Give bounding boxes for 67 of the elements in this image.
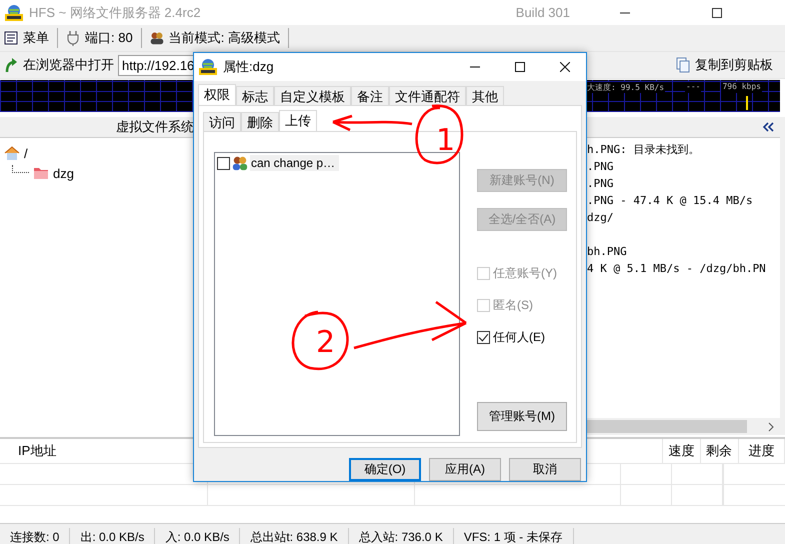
scrollbar-thumb[interactable] bbox=[587, 420, 747, 433]
copy-to-clipboard-button[interactable]: 复制到剪贴板 bbox=[672, 53, 777, 77]
column-header[interactable]: 剩余 bbox=[706, 442, 732, 460]
annotation-number: 2 bbox=[316, 325, 336, 360]
column-header[interactable]: 速度 bbox=[668, 442, 695, 460]
checkbox[interactable] bbox=[217, 156, 230, 170]
log-line: bh.PNG bbox=[587, 244, 628, 260]
arrow-icon bbox=[4, 57, 18, 73]
tab[interactable]: 访问 bbox=[203, 112, 241, 131]
toolbar-button[interactable]: 当前模式: 高级模式 bbox=[146, 26, 284, 50]
status-item: 总入站: 736.0 K bbox=[348, 528, 454, 544]
menu-list-icon bbox=[4, 30, 18, 46]
close-icon[interactable] bbox=[560, 62, 570, 72]
maximize-icon[interactable] bbox=[712, 8, 722, 18]
toolbar-button[interactable]: 菜单 bbox=[0, 26, 53, 50]
tab[interactable]: 标志 bbox=[236, 86, 274, 105]
graph-reading: 大速度: 99.5 KB/s bbox=[586, 82, 666, 93]
account-label[interactable]: can change p… bbox=[250, 155, 340, 171]
column-header[interactable]: 进度 bbox=[748, 442, 774, 460]
checkbox-label[interactable]: 任何人(E) bbox=[493, 328, 545, 346]
open-in-browser-button[interactable]: 在浏览器中打开 bbox=[0, 53, 118, 77]
app-logo-icon bbox=[5, 4, 23, 20]
log-line: .PNG bbox=[587, 159, 614, 175]
tab[interactable]: 自定义模板 bbox=[274, 86, 351, 105]
house-icon bbox=[4, 145, 20, 161]
dialog-title: 属性:dzg bbox=[223, 58, 274, 76]
annotation-number: 1 bbox=[436, 123, 456, 158]
tab[interactable]: 备注 bbox=[351, 86, 389, 105]
scroll-right-icon[interactable] bbox=[768, 422, 774, 432]
tab[interactable]: 文件通配符 bbox=[389, 86, 466, 105]
dialog-button[interactable]: 确定(O) bbox=[349, 458, 421, 481]
status-item: 连接数: 0 bbox=[0, 528, 70, 544]
checkbox[interactable] bbox=[477, 330, 490, 344]
status-item: 总出站t: 638.9 K bbox=[240, 528, 349, 544]
people-icon bbox=[150, 30, 164, 46]
tree-item[interactable]: dzg bbox=[4, 163, 78, 183]
graph-rate: 796 kbps bbox=[721, 82, 762, 93]
graph-separator: --- bbox=[685, 82, 702, 93]
manage-accounts-button[interactable]: 管理账号(M) bbox=[477, 402, 567, 431]
window-title: HFS ~ 网络文件服务器 2.4rc2 bbox=[29, 4, 201, 22]
log-line: 4 K @ 5.1 MB/s - /dzg/bh.PN bbox=[587, 261, 767, 277]
plug-icon bbox=[66, 30, 80, 46]
status-item: 出: 0.0 KB/s bbox=[70, 528, 156, 544]
tab[interactable]: 其他 bbox=[466, 86, 504, 105]
circle-mark bbox=[292, 310, 349, 370]
dialog-button[interactable]: 取消 bbox=[509, 458, 581, 481]
tree-item[interactable]: / bbox=[4, 143, 32, 163]
log-line: .PNG bbox=[587, 176, 614, 192]
app-logo-icon bbox=[199, 59, 217, 75]
circle-mark bbox=[415, 104, 464, 164]
folder-icon bbox=[33, 165, 49, 181]
log-line: .PNG - 47.4 K @ 15.4 MB/s bbox=[587, 193, 754, 209]
log-line: h.PNG: 目录未找到。 bbox=[587, 142, 700, 158]
log-line: dzg/ bbox=[587, 210, 614, 226]
column-header[interactable]: IP地址 bbox=[18, 442, 56, 460]
clipboard-icon bbox=[676, 57, 690, 73]
status-item: 入: 0.0 KB/s bbox=[155, 528, 240, 544]
tab[interactable]: 上传 bbox=[279, 110, 317, 131]
build-label: Build 301 bbox=[516, 5, 570, 20]
dialog-button[interactable]: 应用(A) bbox=[429, 458, 501, 481]
collapse-icon[interactable] bbox=[762, 122, 774, 132]
status-item: VFS: 1 项 - 未保存 bbox=[454, 528, 574, 544]
tab[interactable]: 权限 bbox=[198, 84, 236, 105]
maximize-icon[interactable] bbox=[515, 62, 525, 72]
toolbar-button[interactable]: 端口: 80 bbox=[62, 26, 137, 50]
people-icon bbox=[232, 155, 248, 171]
tab[interactable]: 删除 bbox=[241, 112, 279, 131]
